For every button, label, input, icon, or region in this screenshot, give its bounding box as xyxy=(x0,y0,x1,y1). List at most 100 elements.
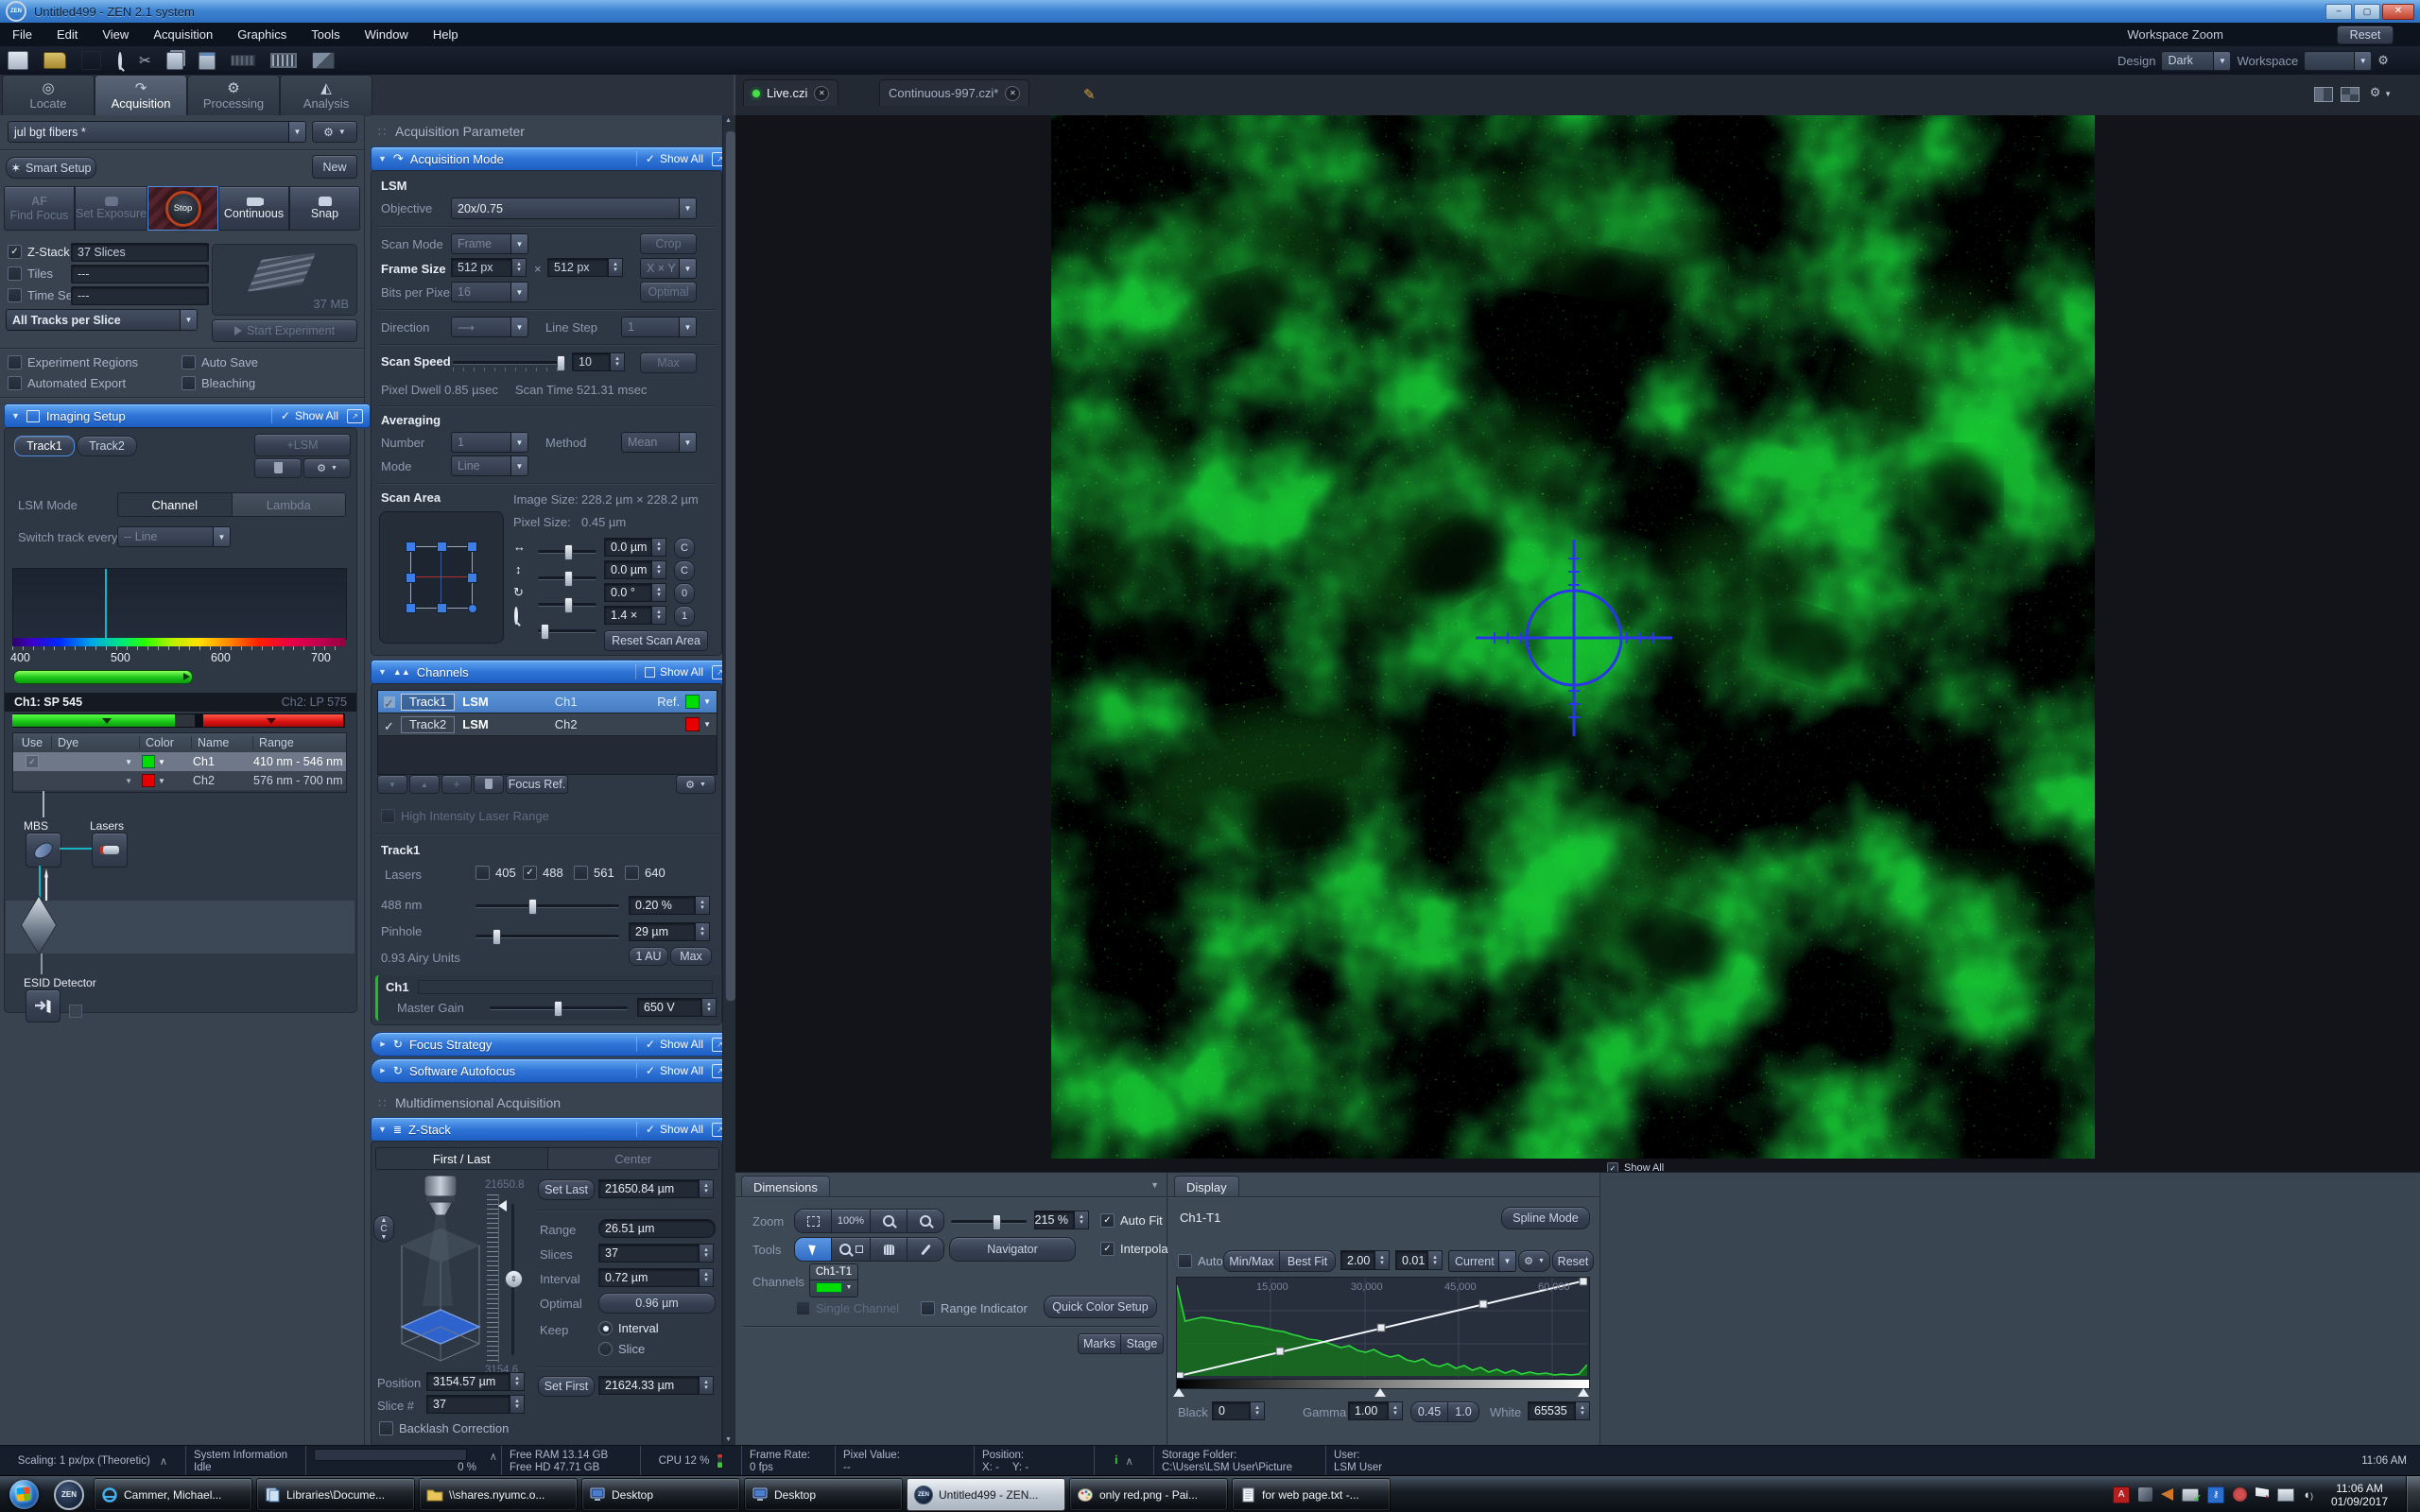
ch1-range-handle-icon[interactable] xyxy=(102,718,112,724)
grid-view-icon[interactable] xyxy=(2341,87,2360,102)
number-select[interactable]: 1▼ xyxy=(451,432,528,453)
black-point-marker[interactable] xyxy=(1173,1388,1184,1397)
channel-chip[interactable]: Ch1-T1 ▼ xyxy=(809,1263,858,1297)
info-icon[interactable]: i xyxy=(1115,1455,1117,1467)
add-track-button[interactable]: + xyxy=(441,775,472,794)
track1-color-swatch[interactable] xyxy=(685,695,700,709)
histogram-container[interactable]: 15,000 30,000 45,000 60,000 xyxy=(1176,1277,1590,1381)
bestfit-high-spinner[interactable]: 0.01▴▾ xyxy=(1395,1250,1443,1270)
master-gain-spinner[interactable]: 650 V▴▾ xyxy=(637,998,717,1017)
z-last-marker[interactable] xyxy=(498,1200,507,1211)
handle[interactable] xyxy=(406,573,416,583)
display-tab[interactable]: Display xyxy=(1174,1176,1239,1197)
image-export-icon[interactable] xyxy=(312,52,335,69)
chevron-down-icon[interactable]: ▼ xyxy=(158,758,165,766)
set-last-button[interactable]: Set Last xyxy=(538,1179,595,1200)
max-speed-button[interactable]: Max xyxy=(640,352,697,373)
track1-row[interactable]: ✓ Track1 LSM Ch1 Ref. ▼ xyxy=(378,691,717,713)
slider-handle[interactable] xyxy=(564,597,573,613)
handle[interactable] xyxy=(437,541,447,552)
menu-window[interactable]: Window xyxy=(353,27,421,42)
copy-icon[interactable] xyxy=(166,52,183,70)
scroll-down-arrow[interactable]: ▼ xyxy=(725,1436,732,1443)
pointer-tool-button[interactable] xyxy=(795,1238,831,1261)
collapse-arrow-icon[interactable]: ▼ xyxy=(378,154,387,163)
spline-mode-button[interactable]: Spline Mode xyxy=(1501,1207,1590,1229)
keep-interval-radio[interactable]: Interval xyxy=(598,1321,659,1335)
quick-color-setup-button[interactable]: Quick Color Setup xyxy=(1044,1296,1157,1318)
zoom-in-button[interactable] xyxy=(907,1210,943,1232)
xy-select[interactable]: X × Y▼ xyxy=(640,258,697,279)
close-tab-icon[interactable]: ✕ xyxy=(1005,86,1020,101)
reset-zoom-button[interactable]: 1 xyxy=(674,606,695,627)
zero-rotation-button[interactable]: 0 xyxy=(674,583,695,604)
tray-adobe-icon[interactable]: A xyxy=(2113,1486,2130,1503)
menu-view[interactable]: View xyxy=(90,27,141,42)
gamma-045-button[interactable]: 0.45 xyxy=(1411,1402,1447,1421)
slider-handle[interactable] xyxy=(528,899,537,915)
pan-tool-button[interactable] xyxy=(870,1238,907,1261)
find-focus-button[interactable]: AF Find Focus xyxy=(4,186,75,231)
keep-slice-radio[interactable]: Slice xyxy=(598,1342,645,1356)
scan-zoom-spinner[interactable]: 1.4 ×▴▾ xyxy=(604,606,666,625)
ruler-icon[interactable] xyxy=(231,55,255,66)
dimensions-tab[interactable]: Dimensions xyxy=(741,1176,830,1197)
automated-export-checkbox[interactable]: Automated Export xyxy=(8,376,126,390)
continuous-button[interactable]: Continuous xyxy=(218,186,289,231)
delete-track-button[interactable] xyxy=(474,775,504,794)
picker-tool-button[interactable] xyxy=(907,1238,943,1261)
pinhole-spinner[interactable]: 29 µm▴▾ xyxy=(629,922,710,941)
zstack-checkbox[interactable]: ✓Z-Stack xyxy=(8,245,70,259)
high-intensity-checkbox[interactable]: High Intensity Laser Range xyxy=(381,809,549,823)
ch2-range-handle-icon[interactable] xyxy=(267,718,276,724)
auto-save-checkbox[interactable]: Auto Save xyxy=(182,355,258,369)
taskbar-item-network-share[interactable]: \\shares.nyumc.o... xyxy=(419,1478,578,1511)
stage-button[interactable]: Stage xyxy=(1120,1334,1163,1353)
scan-area-preview[interactable] xyxy=(379,511,504,644)
zoom-fit-button[interactable] xyxy=(795,1210,831,1232)
gamma-marker[interactable] xyxy=(1374,1388,1386,1397)
esid-detector-button[interactable] xyxy=(26,989,60,1022)
use-checkbox[interactable]: ✓ xyxy=(26,755,39,768)
track1-tab[interactable]: Track1 xyxy=(14,436,75,456)
minimize-button[interactable]: – xyxy=(2325,4,2352,20)
taskbar-item-desktop-1[interactable]: Desktop xyxy=(581,1478,740,1511)
crop-button[interactable]: Crop xyxy=(640,233,697,254)
zoom-out-button[interactable] xyxy=(870,1210,907,1232)
rotation-slider[interactable] xyxy=(538,603,596,607)
offset-x-spinner[interactable]: 0.0 µm▴▾ xyxy=(604,538,666,557)
gamma-10-button[interactable]: 1.0 xyxy=(1447,1402,1478,1421)
channel-row-ch1[interactable]: ✓ ▼ ▼ Ch1 410 nm - 546 nm xyxy=(13,752,346,771)
taskbar-item-ie[interactable]: Cammer, Michael... xyxy=(94,1478,252,1511)
tray-clock[interactable]: 11:06 AM 01/09/2017 xyxy=(2331,1482,2388,1508)
pinhole-slider[interactable] xyxy=(475,935,619,938)
slider-handle[interactable] xyxy=(541,624,549,640)
bestfit-low-spinner[interactable]: 2.00▴▾ xyxy=(1340,1250,1390,1270)
laser-power-spinner[interactable]: 0.20 %▴▾ xyxy=(629,896,710,915)
expand-icon[interactable]: ∧ xyxy=(160,1454,167,1468)
mbs-button[interactable] xyxy=(26,833,61,868)
z-ruler[interactable] xyxy=(487,1194,499,1363)
set-first-button[interactable]: Set First xyxy=(538,1376,595,1397)
tab-processing[interactable]: ⚙ Processing xyxy=(187,75,280,116)
scan-speed-spinner[interactable]: 10▴▾ xyxy=(572,352,625,371)
reset-scan-area-button[interactable]: Reset Scan Area xyxy=(604,630,708,651)
design-select[interactable]: Dark▼ xyxy=(2161,51,2231,71)
scroll-up-arrow[interactable]: ▲ xyxy=(725,117,732,124)
bleaching-checkbox[interactable]: Bleaching xyxy=(182,376,255,390)
tray-printer-icon[interactable]: ✓ xyxy=(2182,1488,2199,1502)
slider-handle[interactable] xyxy=(564,571,573,587)
laser-640-checkbox[interactable]: 640 xyxy=(625,866,666,880)
acquisition-mode-header[interactable]: ▼ ↷ Acquisition Mode ✓Show All ↗ xyxy=(371,146,735,171)
dye-dropdown-icon[interactable]: ▼ xyxy=(125,777,132,785)
zstack-header[interactable]: ▼ ≣ Z-Stack ✓Show All ↗ xyxy=(371,1117,735,1142)
reset-display-button[interactable]: Reset xyxy=(1552,1250,1594,1272)
zoom-slider[interactable] xyxy=(951,1220,1027,1224)
annotate-pen-icon[interactable]: ✎ xyxy=(1083,86,1096,103)
rotate-handle[interactable] xyxy=(468,604,477,613)
delete-track-button[interactable] xyxy=(254,458,302,478)
tiles-checkbox[interactable]: Tiles xyxy=(8,266,53,281)
document-tab-live[interactable]: Live.czi ✕ xyxy=(743,79,838,106)
chevron-down-icon[interactable]: ▼ xyxy=(158,777,165,785)
tray-volume-icon[interactable]: ◖) xyxy=(2303,1487,2313,1502)
